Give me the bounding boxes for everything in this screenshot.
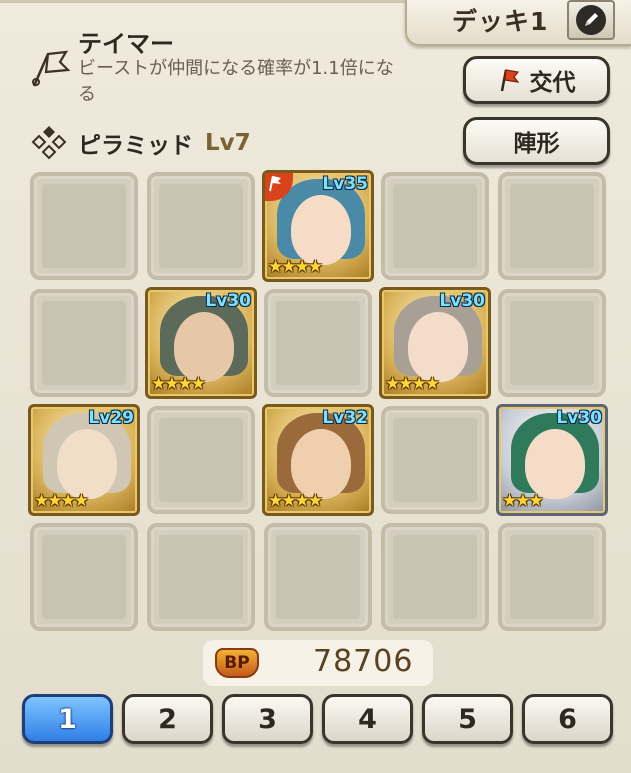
empty-slot-inner: [159, 535, 243, 619]
unit-card[interactable]: Lv30 ★★★★: [379, 287, 491, 399]
skill-description: ビーストが仲間になる確率が1.1倍にな る: [78, 56, 448, 108]
empty-slot[interactable]: [147, 523, 255, 631]
empty-slot-inner: [510, 301, 594, 385]
unit-stars: ★★★★: [385, 374, 440, 394]
unit-level: Lv30: [205, 291, 251, 311]
empty-slot-inner: [159, 418, 243, 502]
empty-slot[interactable]: [498, 523, 606, 631]
deck-tab-3[interactable]: 3: [222, 694, 313, 744]
empty-slot[interactable]: [30, 523, 138, 631]
pencil-icon: [576, 5, 606, 35]
unit-portrait: [291, 429, 351, 499]
empty-slot[interactable]: [30, 172, 138, 280]
empty-slot[interactable]: [381, 406, 489, 514]
deck-tab-5[interactable]: 5: [422, 694, 513, 744]
empty-slot[interactable]: [147, 172, 255, 280]
empty-slot-inner: [276, 535, 360, 619]
formation-name: ピラミッド: [78, 133, 193, 159]
unit-card[interactable]: Lv29 ★★★★: [28, 404, 140, 516]
unit-level: Lv30: [439, 291, 485, 311]
unit-level: Lv30: [556, 408, 602, 428]
empty-slot[interactable]: [381, 523, 489, 631]
formation-info: ピラミッド Lv7: [28, 124, 251, 162]
empty-slot[interactable]: [498, 172, 606, 280]
unit-portrait: [291, 195, 351, 265]
empty-slot[interactable]: [147, 406, 255, 514]
unit-level: Lv32: [322, 408, 368, 428]
unit-card[interactable]: Lv30 ★★★: [496, 404, 608, 516]
unit-stars: ★★★★: [268, 491, 323, 511]
unit-portrait: [525, 429, 585, 499]
unit-portrait: [174, 312, 234, 382]
skill-title: テイマー: [78, 30, 174, 58]
formation-button-label: 陣形: [513, 131, 560, 157]
deck-tab-6[interactable]: 6: [522, 694, 613, 744]
deck-tabs: 123456: [22, 694, 613, 744]
bp-value: 78706: [313, 644, 414, 679]
deck-tab-1[interactable]: 1: [22, 694, 113, 744]
empty-slot-inner: [510, 184, 594, 268]
empty-slot-inner: [393, 184, 477, 268]
empty-slot-inner: [42, 301, 126, 385]
empty-slot-inner: [42, 184, 126, 268]
skill-description-line1: ビーストが仲間になる確率が1.1倍にな: [78, 58, 394, 79]
formation-icon: [31, 126, 67, 160]
unit-card[interactable]: Lv30 ★★★★: [145, 287, 257, 399]
unit-portrait: [408, 312, 468, 382]
bp-icon: BP: [215, 648, 259, 678]
empty-slot-inner: [393, 418, 477, 502]
empty-slot-inner: [42, 535, 126, 619]
swap-button[interactable]: 交代: [463, 56, 610, 104]
unit-stars: ★★★★: [151, 374, 206, 394]
empty-slot[interactable]: [498, 289, 606, 397]
unit-card[interactable]: Lv35 ★★★★: [262, 170, 374, 282]
unit-stars: ★★★: [502, 491, 544, 511]
deck-edit-button[interactable]: [567, 0, 615, 40]
deck-title: デッキ1: [452, 7, 549, 36]
unit-level: Lv35: [322, 174, 368, 194]
empty-slot[interactable]: [264, 523, 372, 631]
unit-portrait: [57, 429, 117, 499]
battle-power: BP 78706: [203, 640, 433, 686]
empty-slot-inner: [159, 184, 243, 268]
empty-slot-inner: [276, 301, 360, 385]
empty-slot[interactable]: [381, 172, 489, 280]
tamer-flag-icon: [32, 50, 71, 87]
skill-description-line2: る: [78, 84, 96, 105]
empty-slot[interactable]: [264, 289, 372, 397]
unit-stars: ★★★★: [34, 491, 89, 511]
red-flag-icon: [500, 69, 519, 92]
formation-button[interactable]: 陣形: [463, 117, 610, 165]
empty-slot[interactable]: [30, 289, 138, 397]
empty-slot-inner: [393, 535, 477, 619]
deck-tab-2[interactable]: 2: [122, 694, 213, 744]
unit-level: Lv29: [88, 408, 134, 428]
formation-level: Lv7: [205, 130, 251, 156]
unit-card[interactable]: Lv32 ★★★★: [262, 404, 374, 516]
empty-slot-inner: [510, 535, 594, 619]
unit-stars: ★★★★: [268, 257, 323, 277]
swap-button-label: 交代: [529, 70, 576, 96]
deck-tab-4[interactable]: 4: [322, 694, 413, 744]
